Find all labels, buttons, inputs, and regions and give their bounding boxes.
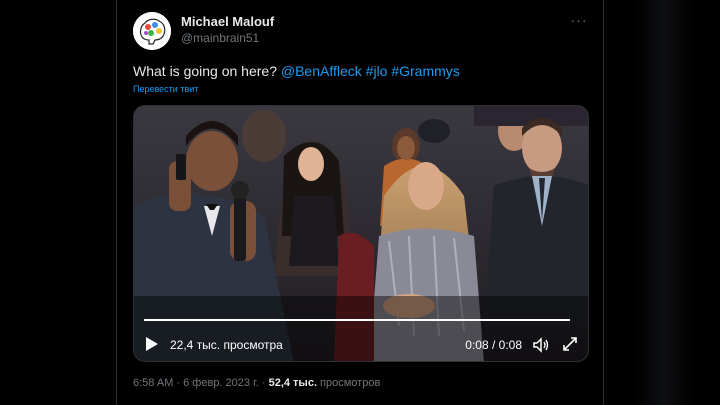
right-sidebar (604, 0, 720, 405)
hashtag-link-jlo[interactable]: #jlo (366, 63, 388, 79)
avatar[interactable] (133, 12, 171, 50)
volume-icon[interactable] (532, 336, 550, 354)
tweet-timestamp[interactable]: 6:58 AM · 6 февр. 2023 г. · (133, 377, 269, 389)
tweet-text-plain: What is going on here? (133, 63, 277, 79)
tweet: Michael Malouf @mainbrain51 ··· What is … (117, 0, 603, 405)
fullscreen-icon[interactable] (562, 336, 578, 352)
more-dots-icon[interactable]: ··· (569, 13, 589, 29)
author-handle[interactable]: @mainbrain51 (181, 31, 259, 45)
video-views-label: 22,4 тыс. просмотра (170, 338, 283, 352)
mention-link[interactable]: @BenAffleck (281, 63, 362, 79)
play-icon[interactable] (144, 335, 160, 353)
view-count: 52,4 тыс. (268, 377, 317, 389)
video-progress-fill (144, 319, 570, 321)
translate-link[interactable]: Перевести твит (133, 84, 198, 94)
video-frame (134, 106, 588, 361)
tweet-meta: 6:58 AM · 6 февр. 2023 г. · 52,4 тыс. пр… (133, 377, 380, 389)
video-time-label: 0:08 / 0:08 (465, 338, 522, 352)
video-progress-bar[interactable] (144, 319, 570, 321)
video-player[interactable]: 22,4 тыс. просмотра 0:08 / 0:08 (133, 105, 589, 362)
video-controls: 22,4 тыс. просмотра 0:08 / 0:08 (134, 330, 588, 360)
brain-avatar-icon (133, 12, 171, 50)
tweet-text: What is going on here? @BenAffleck #jlo … (133, 63, 460, 79)
views-word: просмотров (317, 377, 381, 389)
author-name[interactable]: Michael Malouf (181, 14, 274, 29)
hashtag-link-grammys[interactable]: #Grammys (391, 63, 459, 79)
